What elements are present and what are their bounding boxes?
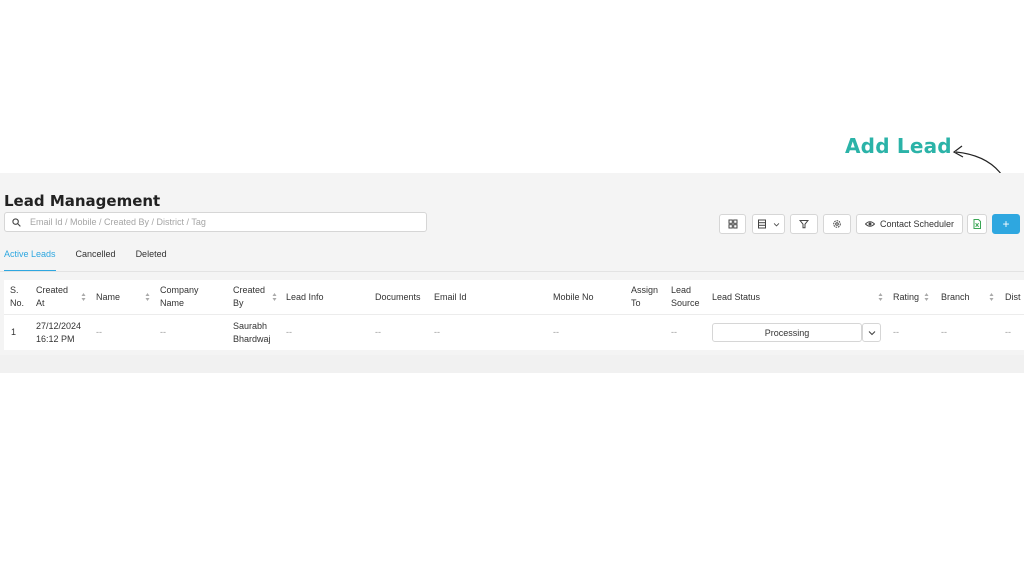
- column-header-label: Lead Info: [286, 291, 324, 302]
- contact-scheduler-button[interactable]: Contact Scheduler: [856, 214, 963, 234]
- sort-icon[interactable]: [145, 292, 150, 302]
- leads-table: S. No. Created At Name Company Name Crea…: [4, 280, 1024, 350]
- filter-icon: [799, 220, 809, 229]
- column-header-lead-source: Lead Source: [671, 280, 707, 314]
- column-header-label: Lead Status: [712, 291, 761, 302]
- column-header-mobile-no: Mobile No: [553, 280, 623, 314]
- column-header-label: Lead Source: [671, 285, 700, 308]
- lead-management-panel: Lead Management Contact Scheduler: [0, 173, 1024, 373]
- column-header-lead-status[interactable]: Lead Status: [712, 280, 887, 314]
- eye-icon: [864, 221, 875, 227]
- export-excel-button[interactable]: [967, 214, 987, 234]
- column-header-label: Created At: [36, 285, 69, 308]
- column-header-label: Created By: [233, 285, 266, 308]
- sort-icon[interactable]: [878, 292, 883, 302]
- chevron-down-icon: [773, 222, 780, 226]
- column-header-label: Name: [96, 291, 121, 302]
- column-view-dropdown[interactable]: [752, 214, 785, 234]
- cell-company-name: --: [160, 327, 166, 337]
- column-header-label: Dist: [1005, 291, 1021, 302]
- tab-deleted[interactable]: Deleted: [136, 249, 167, 271]
- lead-management-card: Lead Management Contact Scheduler: [0, 173, 1024, 355]
- filter-button[interactable]: [790, 214, 818, 234]
- column-header-label: Assign To: [631, 285, 659, 308]
- column-header-label: Mobile No: [553, 291, 594, 302]
- cell-mobile-no: --: [553, 327, 559, 337]
- column-header-label: Company Name: [160, 285, 199, 308]
- cell-name: --: [96, 327, 102, 337]
- lead-tabs: Active Leads Cancelled Deleted: [4, 249, 187, 271]
- column-header-assign-to: Assign To: [631, 280, 665, 314]
- column-header-lead-info: Lead Info: [286, 280, 366, 314]
- cell-rating: --: [893, 327, 899, 337]
- search-box[interactable]: [4, 212, 427, 232]
- cell-email-id: --: [434, 327, 440, 337]
- cell-branch: --: [941, 327, 947, 337]
- contact-scheduler-label: Contact Scheduler: [879, 219, 955, 229]
- column-header-label: Branch: [941, 291, 970, 302]
- cell-district: --: [1005, 327, 1011, 337]
- tab-cancelled[interactable]: Cancelled: [76, 249, 116, 271]
- cell-created-at: 27/12/2024 16:12 PM: [36, 320, 82, 344]
- chevron-down-icon: [868, 330, 875, 335]
- grid-view-button[interactable]: [719, 214, 746, 234]
- search-icon: [12, 217, 21, 227]
- column-header-name[interactable]: Name: [96, 280, 154, 314]
- stage: Add Lead Lead Management Email Id / Mobi…: [0, 0, 1024, 585]
- lead-status-select[interactable]: Processing: [712, 323, 862, 342]
- tabs-divider: [0, 271, 1024, 272]
- column-header-label: S. No.: [10, 285, 25, 308]
- column-header-created-at[interactable]: Created At: [36, 280, 90, 314]
- add-lead-button[interactable]: +: [992, 214, 1020, 234]
- columns-icon: [758, 219, 766, 229]
- column-header-district: Dist: [1005, 280, 1024, 314]
- column-header-created-by[interactable]: Created By: [233, 280, 281, 314]
- column-header-rating[interactable]: Rating: [893, 280, 933, 314]
- column-header-email-id: Email Id: [434, 280, 544, 314]
- cell-created-by: Saurabh Bhardwaj: [233, 320, 271, 344]
- grid-view-icon: [728, 219, 737, 229]
- gear-icon: [833, 220, 841, 228]
- sort-icon[interactable]: [924, 292, 929, 302]
- cell-lead-source: --: [671, 327, 677, 337]
- page-title: Lead Management: [4, 192, 161, 210]
- column-header-label: Email Id: [434, 291, 467, 302]
- excel-file-icon: [973, 219, 981, 229]
- sort-icon[interactable]: [272, 292, 277, 302]
- cell-lead-info: --: [286, 327, 292, 337]
- add-lead-annotation: Add Lead: [845, 134, 952, 158]
- column-header-label: Documents: [375, 291, 421, 302]
- cell-documents: --: [375, 327, 381, 337]
- column-header-label: Rating: [893, 291, 920, 302]
- cell-sno: 1: [11, 327, 17, 337]
- header-divider: [4, 314, 1024, 315]
- lead-status-dropdown-button[interactable]: [862, 323, 881, 342]
- column-header-company-name: Company Name: [160, 280, 220, 314]
- tab-active-leads[interactable]: Active Leads: [4, 249, 56, 271]
- cell-assign-to: [631, 315, 665, 350]
- sort-icon[interactable]: [81, 292, 86, 302]
- sort-icon[interactable]: [989, 292, 994, 302]
- search-input[interactable]: [30, 217, 410, 227]
- column-header-documents: Documents: [375, 280, 431, 314]
- column-header-branch[interactable]: Branch: [941, 280, 998, 314]
- settings-button[interactable]: [823, 214, 851, 234]
- column-header-sno: S. No.: [10, 280, 32, 314]
